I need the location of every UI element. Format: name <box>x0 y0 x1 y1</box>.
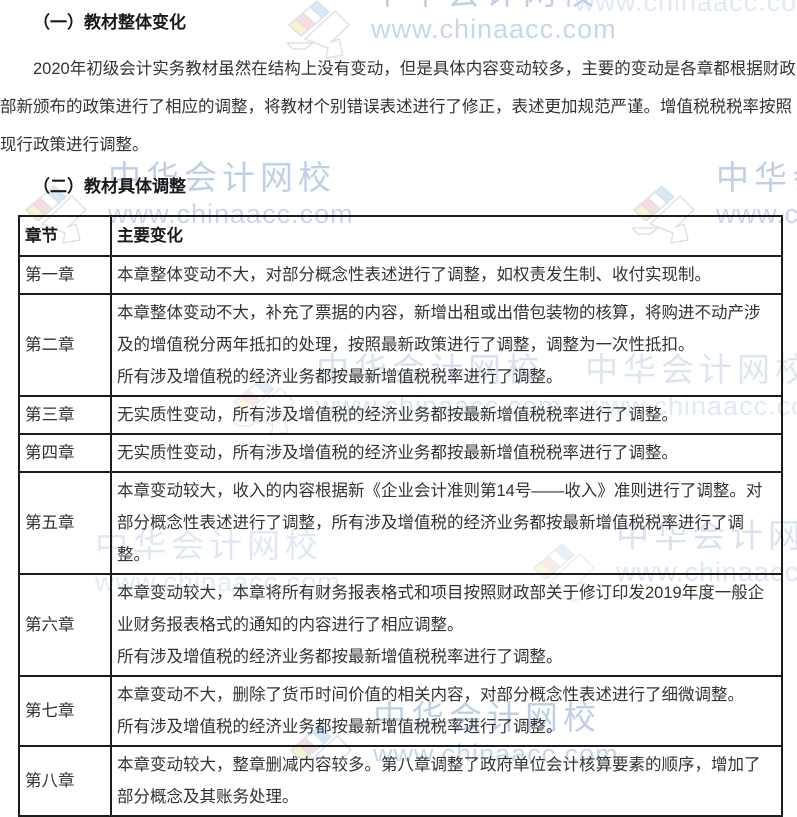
table-row: 第七章 本章变动不大，删除了货币时间价值的相关内容，对部分概念性表述进行了细微调整… <box>18 675 783 747</box>
cell-main-changes: 本章变动不大，删除了货币时间价值的相关内容，对部分概念性表述进行了细微调整。 所有… <box>110 675 783 747</box>
table-row: 第三章 无实质性变动，所有涉及增值税的经济业务都按最新增值税税率进行了调整。 <box>18 395 783 435</box>
cell-chapter: 第八章 <box>18 745 112 817</box>
cell-main-changes: 本章变动较大，整章删减内容较多。第八章调整了政府单位会计核算要素的顺序，增加了部… <box>110 745 783 817</box>
cell-paragraph: 本章整体变动不大，对部分概念性表述进行了调整，如权责发生制、收付实现制。 <box>117 266 711 284</box>
section-heading-specific-adjustments: （二）教材具体调整 <box>33 177 186 196</box>
cell-paragraph: 本章整体变动不大，补充了票据的内容，新增出租或出借包装物的核算，将购进不动产涉及… <box>117 304 761 354</box>
table-row: 第八章 本章变动较大，整章删减内容较多。第八章调整了政府单位会计核算要素的顺序，增… <box>18 745 783 817</box>
column-header-chapter: 章节 <box>18 215 112 257</box>
cell-chapter: 第二章 <box>18 293 112 397</box>
cell-main-changes: 无实质性变动，所有涉及增值税的经济业务都按最新增值税税率进行了调整。 <box>110 395 783 435</box>
cell-paragraph: 无实质性变动，所有涉及增值税的经济业务都按最新增值税税率进行了调整。 <box>117 444 678 462</box>
intro-paragraph: 2020年初级会计实务教材虽然在结构上没有变动，但是具体内容变动较多，主要的变动… <box>0 60 796 154</box>
table-row: 第四章 无实质性变动，所有涉及增值税的经济业务都按最新增值税税率进行了调整。 <box>18 433 783 473</box>
chapter-changes-table: 章节 主要变化 第一章 本章整体变动不大，对部分概念性表述进行了调整，如权责发生制… <box>18 215 783 817</box>
cell-main-changes: 本章变动较大，本章将所有财务报表格式和项目按照财政部关于修订印发2019年度一般… <box>110 573 783 677</box>
cell-paragraph: 本章变动较大，整章删减内容较多。第八章调整了政府单位会计核算要素的顺序，增加了部… <box>117 756 761 806</box>
table-row: 第五章 本章变动较大，收入的内容根据新《企业会计准则第14号——收入》准则进行了调… <box>18 471 783 575</box>
cell-paragraph: 本章变动不大，删除了货币时间价值的相关内容，对部分概念性表述进行了细微调整。 <box>117 686 744 704</box>
table-row: 第一章 本章整体变动不大，对部分概念性表述进行了调整，如权责发生制、收付实现制。 <box>18 255 783 295</box>
cell-chapter: 第七章 <box>18 675 112 747</box>
column-header-main-changes: 主要变化 <box>110 215 783 257</box>
table-header-row: 章节 主要变化 <box>18 215 783 257</box>
cell-paragraph: 本章变动较大，本章将所有财务报表格式和项目按照财政部关于修订印发2019年度一般… <box>117 584 765 634</box>
cell-chapter: 第四章 <box>18 433 112 473</box>
cell-paragraph: 所有涉及增值税的经济业务都按最新增值税税率进行了调整。 <box>117 368 563 386</box>
table-row: 第六章 本章变动较大，本章将所有财务报表格式和项目按照财政部关于修订印发2019年… <box>18 573 783 677</box>
cell-main-changes: 本章变动较大，收入的内容根据新《企业会计准则第14号——收入》准则进行了调整。对… <box>110 471 783 575</box>
table-row: 第二章 本章整体变动不大，补充了票据的内容，新增出租或出借包装物的核算，将购进不动… <box>18 293 783 397</box>
section-heading-overall-changes: （一）教材整体变化 <box>33 13 186 32</box>
article-content: （一）教材整体变化 2020年初级会计实务教材虽然在结构上没有变动，但是具体内容… <box>0 0 797 817</box>
cell-main-changes: 无实质性变动，所有涉及增值税的经济业务都按最新增值税税率进行了调整。 <box>110 433 783 473</box>
cell-paragraph: 本章变动较大，收入的内容根据新《企业会计准则第14号——收入》准则进行了调整。对… <box>117 482 763 564</box>
cell-chapter: 第一章 <box>18 255 112 295</box>
cell-main-changes: 本章整体变动不大，对部分概念性表述进行了调整，如权责发生制、收付实现制。 <box>110 255 783 295</box>
cell-chapter: 第三章 <box>18 395 112 435</box>
cell-paragraph: 所有涉及增值税的经济业务都按最新增值税税率进行了调整。 <box>117 718 563 736</box>
cell-paragraph: 无实质性变动，所有涉及增值税的经济业务都按最新增值税税率进行了调整。 <box>117 406 678 424</box>
cell-chapter: 第六章 <box>18 573 112 677</box>
cell-chapter: 第五章 <box>18 471 112 575</box>
cell-paragraph: 所有涉及增值税的经济业务都按最新增值税税率进行了调整。 <box>117 648 563 666</box>
cell-main-changes: 本章整体变动不大，补充了票据的内容，新增出租或出借包装物的核算，将购进不动产涉及… <box>110 293 783 397</box>
